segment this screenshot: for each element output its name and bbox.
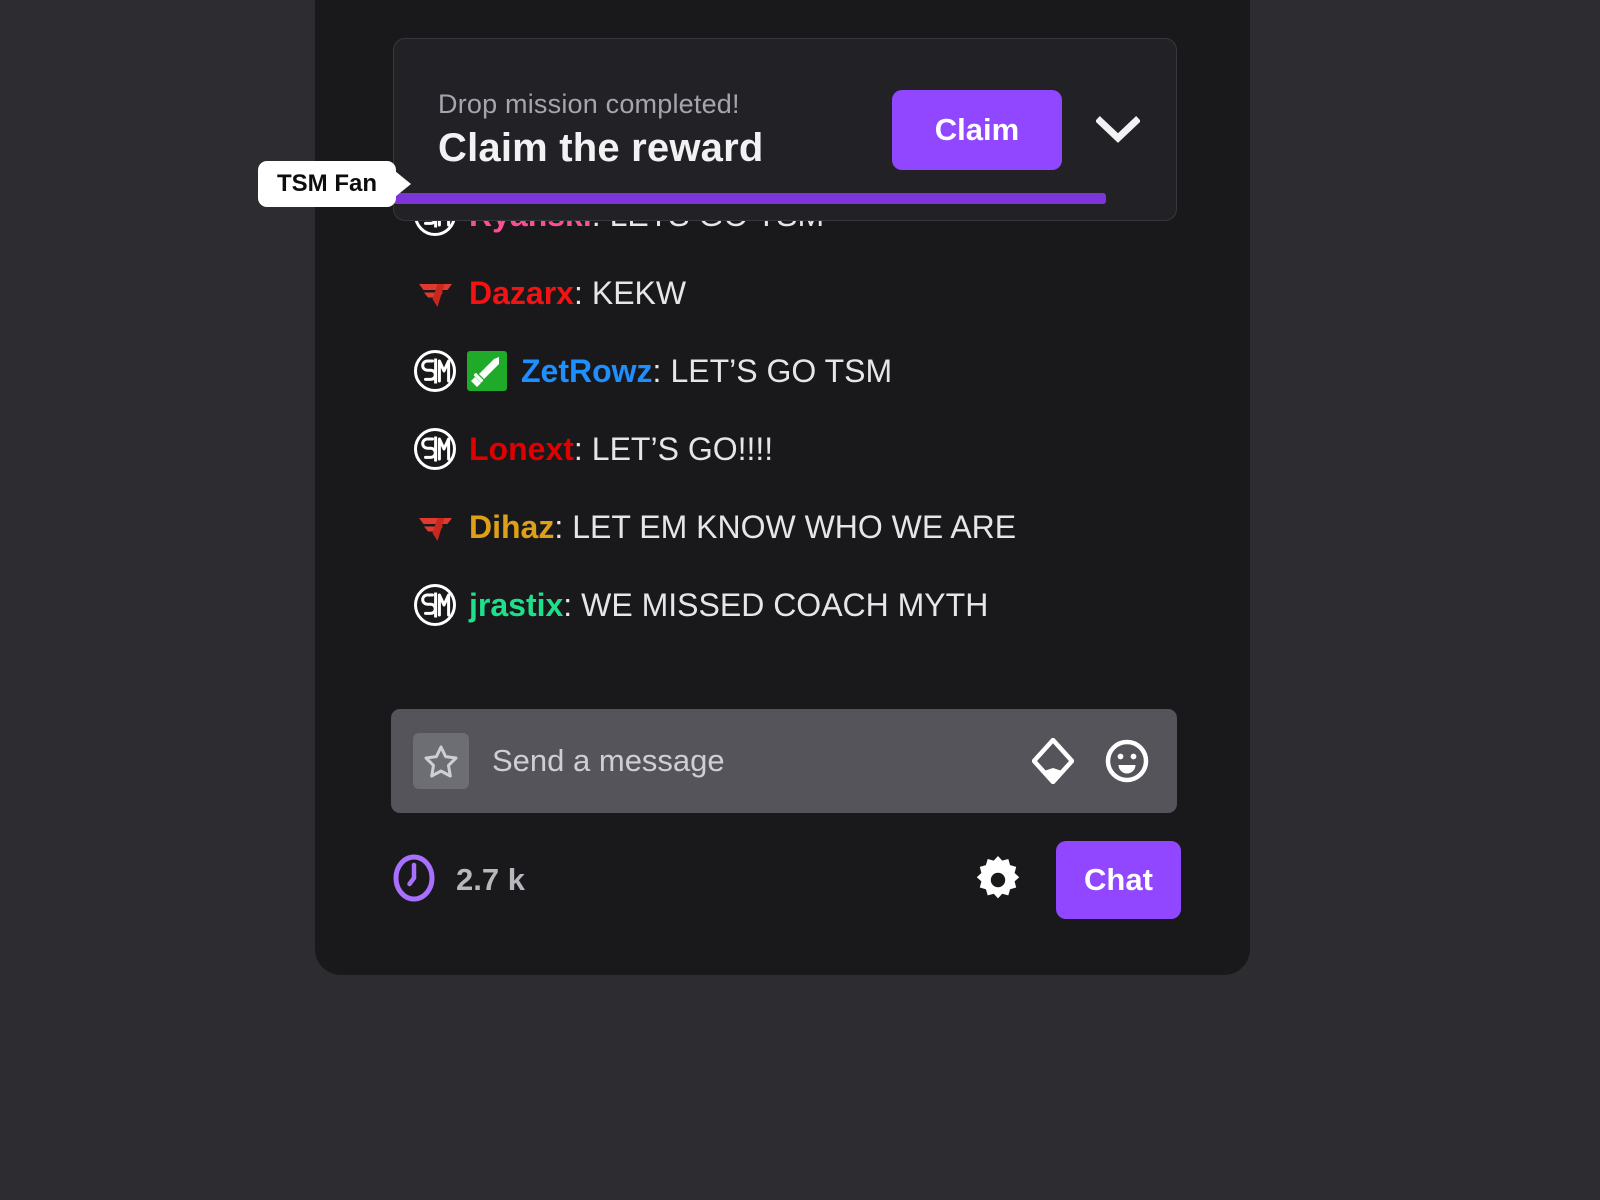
star-icon[interactable]	[413, 733, 469, 789]
drop-mission-subtitle: Drop mission completed!	[438, 88, 740, 119]
chat-colon: :	[652, 352, 662, 389]
chat-message[interactable]: Lonext: LET’S GO!!!!	[315, 410, 1250, 488]
viewer-count-icon	[391, 853, 437, 908]
chat-username[interactable]: Dazarx	[469, 275, 574, 312]
tsm-fan-tooltip-arrow	[395, 171, 411, 197]
message-input[interactable]: Send a message	[391, 709, 1177, 813]
chat-badges	[413, 427, 457, 471]
tsm-fan-tooltip: TSM Fan	[258, 159, 411, 209]
sword-badge	[467, 351, 507, 391]
chat-colon: :	[573, 430, 583, 467]
emote-smiley-icon[interactable]	[1099, 733, 1155, 789]
viewer-count[interactable]: 2.7 k	[391, 853, 525, 908]
drop-mission-text: Drop mission completed! Claim the reward	[438, 89, 892, 171]
chat-badges	[413, 505, 457, 549]
chat-username[interactable]: Lonext	[469, 431, 574, 468]
tsm-badge	[414, 350, 456, 392]
claim-button[interactable]: Claim	[892, 89, 1062, 170]
chat-message[interactable]: Dazarx: KEKW	[315, 254, 1250, 332]
chat-message[interactable]: ZetRowz: LET’S GO TSM	[315, 332, 1250, 410]
chat-colon: :	[554, 508, 564, 545]
faze-badge	[419, 518, 452, 541]
screen-root: Drop mission completed! Claim the reward…	[0, 0, 1600, 1200]
chat-message-text: LET’S GO!!!!	[591, 430, 774, 467]
drop-progress-fill	[393, 193, 1107, 204]
tsm-fan-tooltip-label: TSM Fan	[258, 161, 396, 207]
chat-message[interactable]: Dihaz: LET EM KNOW WHO WE ARE	[315, 488, 1250, 566]
chat-message-list[interactable]: Ryanski:LETS GO TSMDazarx:KEKWZetRowz:LE…	[315, 176, 1250, 656]
chat-message-text: LET EM KNOW WHO WE ARE	[572, 508, 1017, 545]
drop-mission-title: Claim the reward	[438, 125, 764, 170]
chat-message-text: WE MISSED COACH MYTH	[581, 586, 989, 623]
chat-username[interactable]: jrastix	[469, 587, 563, 624]
chat-message-text: LET’S GO TSM	[670, 352, 893, 389]
drop-progress-track	[393, 193, 1177, 204]
chat-badges	[413, 583, 457, 627]
chat-colon: :	[563, 586, 573, 623]
message-input-placeholder[interactable]: Send a message	[492, 743, 1007, 779]
chat-username[interactable]: ZetRowz	[521, 353, 653, 390]
chat-badges	[413, 271, 457, 315]
chat-colon: :	[573, 274, 583, 311]
chat-panel: Drop mission completed! Claim the reward…	[258, 0, 1250, 975]
faze-badge	[419, 284, 452, 307]
chat-bottom-bar: 2.7 k Chat	[391, 835, 1181, 925]
chat-username[interactable]: Dihaz	[469, 509, 554, 546]
chevron-down-icon[interactable]	[1090, 102, 1146, 158]
chat-button[interactable]: Chat	[1056, 841, 1181, 919]
bits-gem-icon[interactable]	[1025, 733, 1081, 789]
viewer-count-label: 2.7 k	[456, 862, 525, 897]
gear-icon[interactable]	[968, 850, 1028, 910]
tsm-badge	[414, 584, 456, 626]
chat-badges	[413, 349, 509, 393]
tsm-badge	[414, 428, 456, 470]
chat-message[interactable]: jrastix: WE MISSED COACH MYTH	[315, 566, 1250, 644]
chat-message-text: KEKW	[591, 274, 687, 311]
